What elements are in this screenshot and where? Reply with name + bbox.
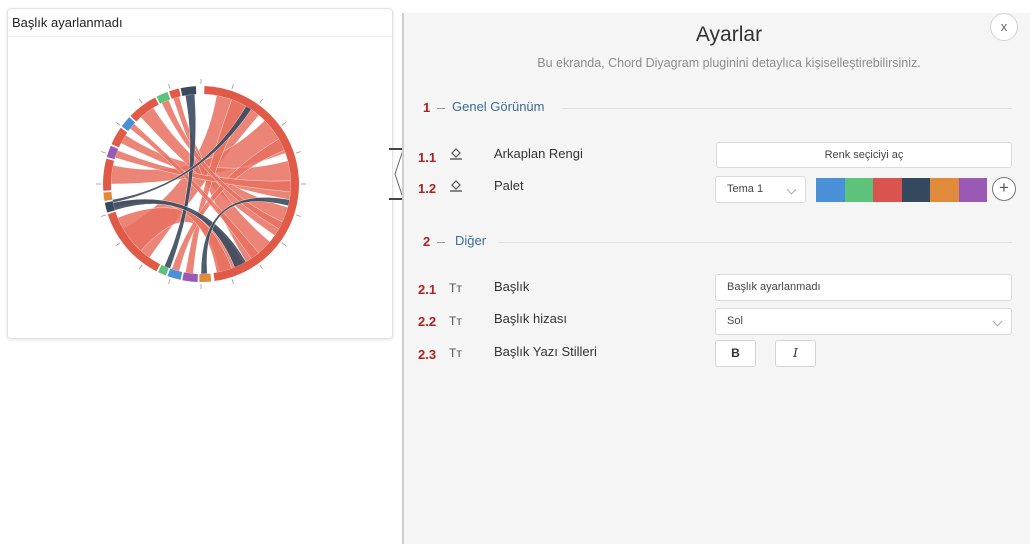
chord-tick (101, 214, 107, 217)
settings-title: Ayarlar (695, 23, 763, 46)
bold-button[interactable]: B (715, 340, 756, 367)
chord-tick (115, 121, 121, 126)
section-dash (437, 242, 445, 243)
row-label-palette: Palet (494, 178, 524, 193)
palette-swatch[interactable] (873, 178, 902, 202)
chord-tick (259, 264, 264, 270)
row-label-background: Arkaplan Rengi (494, 146, 583, 161)
chord-tick (138, 264, 143, 270)
chord-tick (101, 151, 107, 154)
palette-swatch[interactable] (844, 178, 873, 202)
chord-tick (295, 214, 301, 217)
chord-tick (231, 84, 234, 90)
chord-tick (259, 98, 264, 104)
chord-tick (115, 242, 121, 247)
palette-theme-value: Tema 1 (727, 183, 764, 195)
chord-tick (281, 121, 287, 126)
paint-bucket-icon (449, 146, 463, 163)
chord-tick (168, 278, 171, 284)
row-number: 2.3 (418, 347, 437, 362)
title-alignment-select[interactable]: Sol (715, 308, 1012, 335)
chord-ribbons (110, 94, 292, 275)
paint-bucket-icon (449, 178, 463, 195)
palette-theme-select[interactable]: Tema 1 (715, 176, 806, 203)
text-icon: Tт (449, 281, 462, 295)
row-label-alignment: Başlık hizası (494, 311, 567, 326)
palette-swatches (816, 178, 987, 202)
chord-arc (182, 272, 198, 282)
chord-diagram (96, 79, 306, 289)
row-label-title: Başlık (494, 279, 530, 294)
chevron-down-icon (786, 184, 797, 195)
chord-arc (103, 191, 113, 202)
section-title-diger: Diğer (455, 233, 487, 248)
text-icon: Tт (449, 346, 462, 360)
title-alignment-value: Sol (727, 315, 743, 327)
title-input[interactable]: Başlık ayarlanmadı (715, 274, 1012, 301)
chord-tick (168, 84, 171, 90)
row-number: 2.1 (418, 282, 437, 297)
chart-widget: Başlık ayarlanmadı (7, 8, 393, 339)
chord-tick (281, 242, 287, 247)
chord-tick (138, 98, 143, 104)
add-color-button[interactable]: + (992, 177, 1016, 201)
row-number: 1.2 (418, 181, 437, 196)
chord-arc (167, 268, 183, 280)
chord-tick (231, 278, 234, 284)
row-label-text-styles: Başlık Yazı Stilleri (494, 344, 597, 359)
section-divider (499, 242, 1012, 243)
settings-subtitle: Bu ekranda, Chord Diyagram pluginini det… (537, 56, 921, 70)
palette-swatch[interactable] (901, 178, 930, 202)
settings-panel: x Ayarlar Bu ekranda, Chord Diyagram plu… (402, 13, 1030, 544)
row-number: 2.2 (418, 314, 437, 329)
palette-swatch[interactable] (930, 178, 959, 202)
palette-swatch[interactable] (816, 178, 845, 202)
section-title-genel-gorunum: Genel Görünüm (452, 99, 545, 114)
row-number: 1.1 (418, 150, 437, 165)
section-number: 2 (423, 234, 431, 249)
widget-title: Başlık ayarlanmadı (12, 15, 123, 30)
chevron-down-icon (992, 316, 1003, 327)
section-divider (562, 108, 1012, 109)
chord-tick (295, 151, 301, 154)
italic-button[interactable]: I (775, 340, 816, 367)
section-number: 1 (423, 100, 431, 115)
section-dash (437, 108, 445, 109)
open-color-picker-button[interactable]: Renk seçiciyi aç (716, 142, 1012, 168)
widget-title-divider (8, 36, 392, 37)
chord-arc (199, 273, 212, 282)
text-icon: Tт (449, 314, 462, 328)
palette-swatch[interactable] (958, 178, 987, 202)
